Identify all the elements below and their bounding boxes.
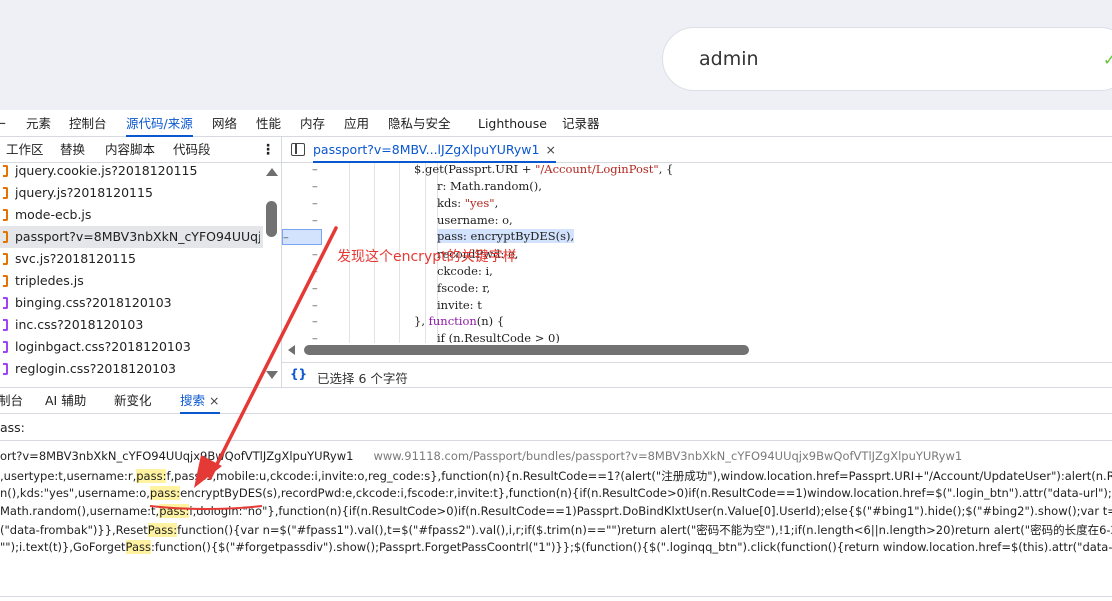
scroll-thumb[interactable]	[266, 201, 277, 237]
code-line: –}, function(n) {	[312, 314, 505, 328]
scroll-thumb[interactable]	[304, 345, 749, 355]
result-line[interactable]: ,usertype:t,username:r,pass:f,passss,mob…	[0, 468, 1112, 486]
code-line-highlighted: – pass: encryptByDES(s),	[282, 229, 575, 245]
check-icon: ✓	[1103, 50, 1112, 69]
tab-elements[interactable]: 元素	[26, 110, 51, 137]
tab-content-scripts[interactable]: 内容脚本	[105, 137, 155, 163]
file-tree: jquery.cookie.js?2018120115 jquery.js?20…	[0, 163, 263, 385]
code-line: – username: o,	[312, 213, 513, 227]
username-value: admin	[699, 48, 759, 70]
close-icon[interactable]: ×	[209, 393, 219, 408]
result-line[interactable]: Math.random(),username:t,pass:i,dologin:…	[0, 504, 1112, 522]
drawer-tab-console[interactable]: 制台	[0, 388, 23, 414]
close-icon[interactable]: ×	[545, 142, 555, 157]
file-item[interactable]: jquery.cookie.js?2018120115	[0, 163, 263, 182]
tab-memory[interactable]: 内存	[300, 110, 325, 137]
js-file-icon	[3, 187, 8, 199]
drawer-tab-whats-new[interactable]: 新变化	[114, 388, 152, 414]
code-line: – $.get(Passprt.URI + "/Account/LoginPost…	[312, 163, 674, 176]
result-line[interactable]: n(),kds:"yes",username:o,pass:encryptByD…	[0, 486, 1112, 504]
code-line: – fscode: r,	[312, 281, 491, 295]
editor-tabbar: passport?v=8MBV...lJZgXlpuYURyw1 ×	[282, 137, 1112, 163]
tab-lighthouse[interactable]: Lighthouse	[478, 110, 547, 137]
pretty-print-icon[interactable]: {}	[290, 367, 307, 381]
annotation-note: 发现这个encrypt的关键字样	[337, 249, 517, 265]
css-file-icon	[3, 319, 8, 331]
tab-snippets[interactable]: 代码段	[173, 137, 211, 163]
code-line: – if (n.ResultCode > 0)	[312, 331, 560, 343]
scroll-down-icon[interactable]	[266, 371, 278, 379]
file-item[interactable]: tripledes.js	[0, 270, 263, 292]
css-file-icon	[3, 341, 8, 353]
editor-status-bar: {} 已选择 6 个字符	[282, 362, 1112, 387]
code-line: – ckcode: i,	[312, 264, 493, 278]
more-options-icon[interactable]: ⋮	[261, 137, 275, 163]
tab-inspect[interactable]: ⌐	[0, 110, 6, 137]
divider	[0, 596, 1112, 597]
devtools-window: { "page": { "login_value": "admin" }, "d…	[0, 0, 1112, 601]
tab-privacy-security[interactable]: 隐私与安全	[388, 110, 451, 137]
tab-network[interactable]: 网络	[212, 110, 237, 137]
result-line[interactable]: ("data-frombak")}},ResetPass:function(){…	[0, 522, 1112, 540]
selection-status: 已选择 6 个字符	[317, 371, 408, 386]
editor-tab-passport[interactable]: passport?v=8MBV...lJZgXlpuYURyw1 ×	[313, 137, 556, 163]
file-item[interactable]: svc.js?2018120115	[0, 248, 263, 270]
tab-overrides[interactable]: 替换	[60, 137, 85, 163]
tab-console[interactable]: 控制台	[69, 110, 107, 137]
code-line: – kds: "yes",	[312, 196, 499, 210]
result-line[interactable]: "");i.text(t)},GoForgetPass:function(){$…	[0, 540, 1112, 558]
editor-hscrollbar[interactable]	[282, 343, 1112, 357]
code-line: – invite: t	[312, 298, 482, 312]
tab-application[interactable]: 应用	[344, 110, 369, 137]
tab-recorder[interactable]: 记录器	[562, 110, 600, 137]
tab-workspace[interactable]: 工作区	[6, 137, 44, 163]
search-query-row: ass:	[0, 414, 1112, 441]
drawer-tabbar: 制台 AI 辅助 新变化 搜索 ×	[0, 387, 1112, 414]
toggle-navigator-icon[interactable]	[291, 143, 305, 156]
file-item[interactable]: binging.css?2018120103	[0, 292, 263, 314]
file-item[interactable]: loginbgact.css?2018120103	[0, 336, 263, 358]
tab-sources[interactable]: 源代码/来源	[126, 110, 193, 137]
file-tree-scrollbar[interactable]	[263, 163, 281, 385]
file-item[interactable]: reglogin.css?2018120103	[0, 358, 263, 380]
file-item[interactable]: mode-ecb.js	[0, 204, 263, 226]
file-item[interactable]: jquery.js?2018120115	[0, 182, 263, 204]
scroll-up-icon[interactable]	[266, 168, 278, 176]
js-file-icon	[3, 231, 8, 243]
js-file-icon	[3, 253, 8, 265]
js-file-icon	[3, 165, 8, 177]
search-input[interactable]: ass:	[0, 420, 25, 435]
page-background: admin ✓	[0, 0, 1112, 110]
code-line: – r: Math.random(),	[312, 179, 542, 193]
drawer-tab-search[interactable]: 搜索 ×	[180, 388, 220, 414]
file-item[interactable]: inc.css?2018120103	[0, 314, 263, 336]
drawer-tab-ai-assist[interactable]: AI 辅助	[45, 388, 86, 414]
result-file-header[interactable]: ort?v=8MBV3nbXkN_cYFO94UUqjx9BwQofVTlJZg…	[0, 449, 1112, 467]
navigator-tabbar: 工作区 替换 内容脚本 代码段 ⋮	[0, 137, 281, 163]
css-file-icon	[3, 297, 8, 309]
username-input[interactable]: admin ✓	[662, 27, 1112, 91]
tab-performance[interactable]: 性能	[256, 110, 281, 137]
devtools-tabbar: ⌐ 元素 控制台 源代码/来源 网络 性能 内存 应用 隐私与安全 Lighth…	[0, 110, 1112, 137]
js-file-icon	[3, 275, 8, 287]
search-results: ort?v=8MBV3nbXkN_cYFO94UUqjx9BwQofVTlJZg…	[0, 441, 1112, 601]
css-file-icon	[3, 363, 8, 375]
file-item-selected[interactable]: passport?v=8MBV3nbXkN_cYFO94UUqjx9BwQofV…	[0, 226, 263, 248]
scroll-left-icon[interactable]	[288, 345, 295, 355]
js-file-icon	[3, 209, 8, 221]
